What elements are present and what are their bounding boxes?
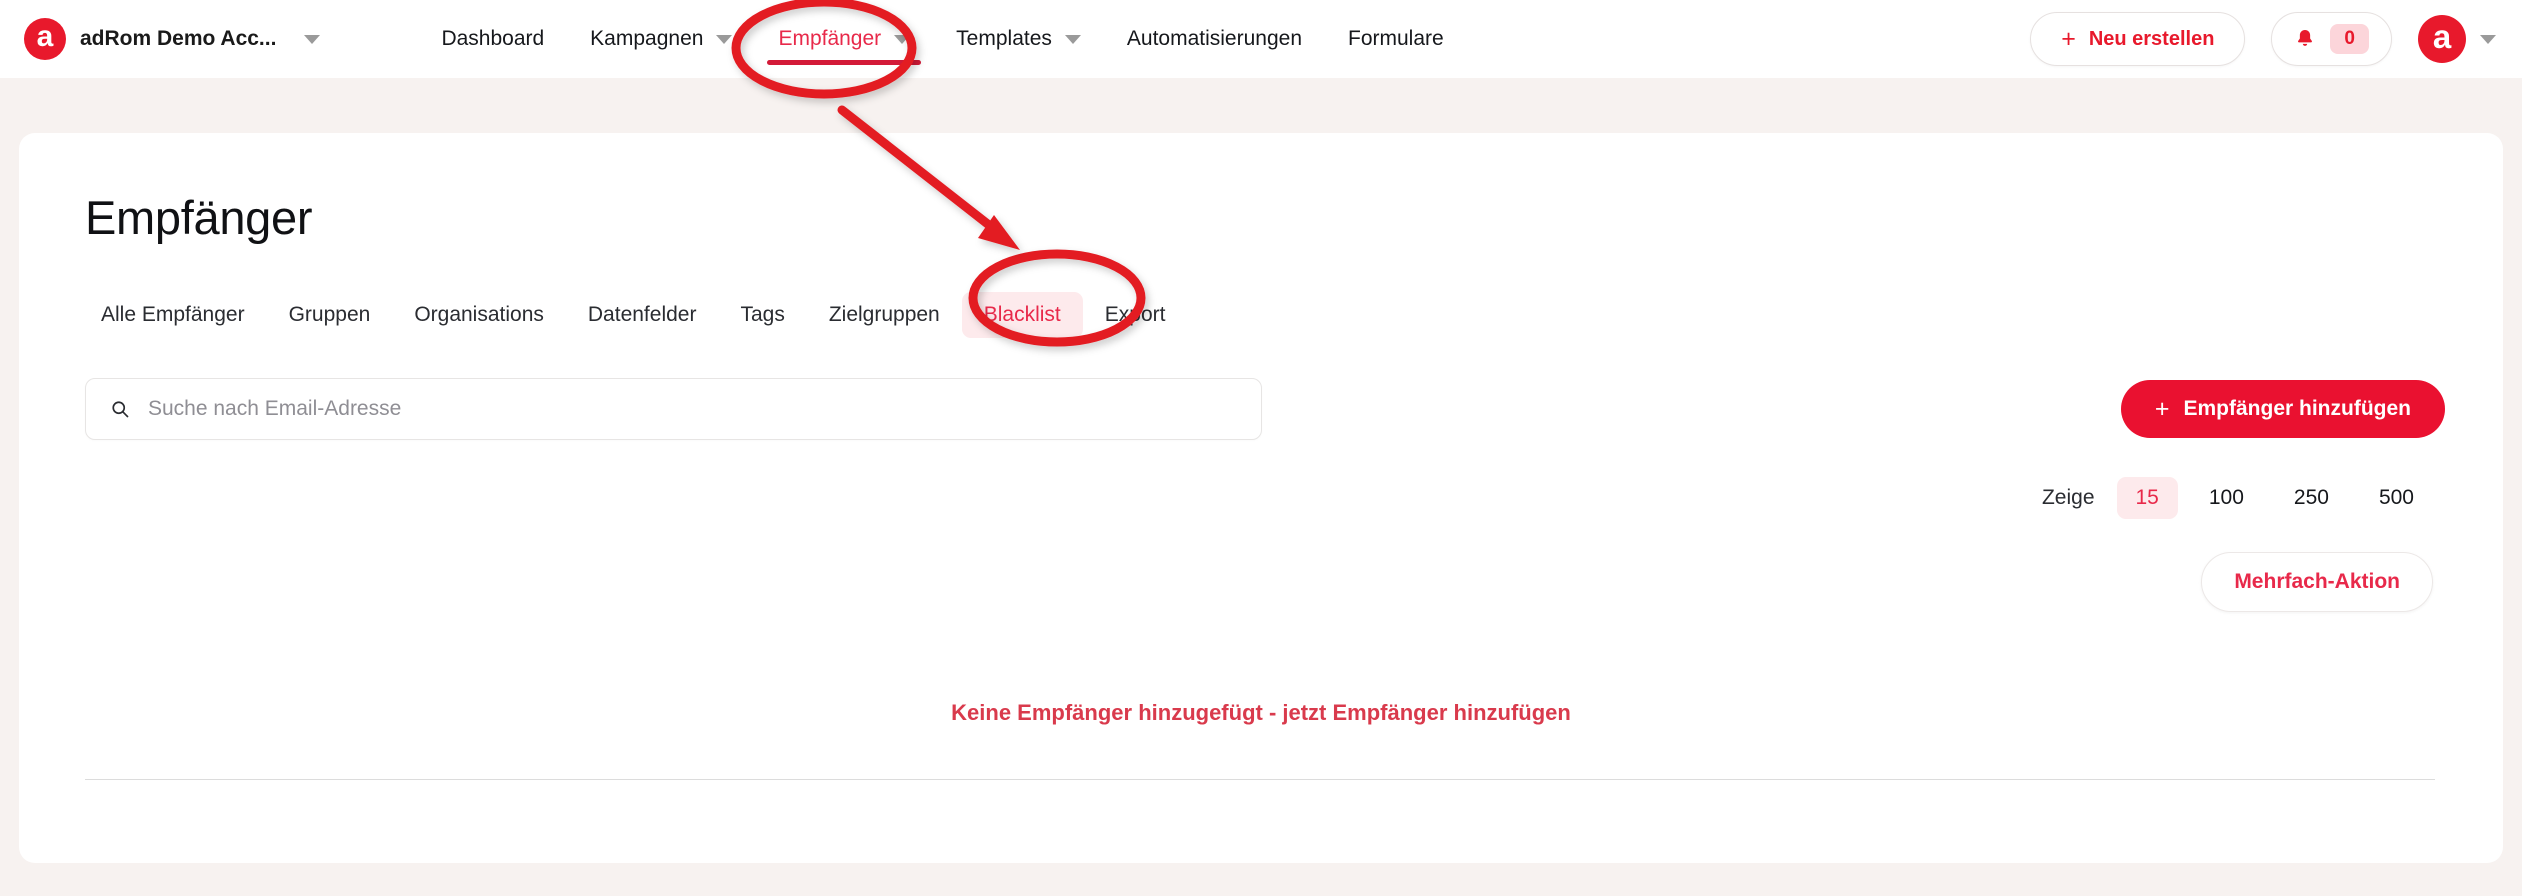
tab-alle-empfaenger[interactable]: Alle Empfänger: [79, 292, 267, 338]
tab-zielgruppen[interactable]: Zielgruppen: [807, 292, 962, 338]
page-size-option-500[interactable]: 500: [2360, 477, 2433, 519]
page-card: Empfänger Alle Empfänger Gruppen Organis…: [19, 133, 2503, 863]
tab-label: Blacklist: [983, 303, 1061, 326]
account-name: adRom Demo Acc...: [80, 27, 277, 50]
search-box[interactable]: [85, 378, 1262, 440]
page-tabs: Alle Empfänger Gruppen Organisations Dat…: [79, 292, 2503, 338]
notifications-button[interactable]: 0: [2271, 12, 2392, 66]
brand-account-switcher[interactable]: a adRom Demo Acc...: [24, 18, 321, 60]
nav-item-dashboard[interactable]: Dashboard: [418, 0, 567, 78]
chevron-down-icon[interactable]: [304, 34, 321, 44]
tab-datenfelder[interactable]: Datenfelder: [566, 292, 719, 338]
tab-export[interactable]: Export: [1083, 292, 1188, 338]
topbar-actions: + Neu erstellen 0 a: [2030, 12, 2496, 66]
nav-item-label: Formulare: [1348, 27, 1444, 50]
tab-label: Tags: [740, 303, 785, 326]
nav-item-label: Automatisierungen: [1126, 27, 1302, 50]
search-input[interactable]: [148, 397, 1243, 421]
tab-label: Gruppen: [288, 303, 371, 326]
nav-item-kampagnen[interactable]: Kampagnen: [567, 0, 755, 78]
page-title: Empfänger: [85, 191, 313, 244]
page-size-option-15[interactable]: 15: [2116, 477, 2178, 519]
chevron-down-icon: [716, 34, 733, 44]
tab-label: Datenfelder: [587, 303, 697, 326]
page-size-option-100[interactable]: 100: [2190, 477, 2263, 519]
tab-label: Zielgruppen: [828, 303, 940, 326]
tab-label: Organisations: [414, 303, 544, 326]
multi-action-button[interactable]: Mehrfach-Aktion: [2201, 552, 2433, 612]
empty-state-message[interactable]: Keine Empfänger hinzugefügt - jetzt Empf…: [19, 700, 2503, 726]
search-and-actions-row: + Empfänger hinzufügen: [85, 378, 2445, 440]
nav-item-label: Kampagnen: [590, 27, 704, 50]
tab-tags[interactable]: Tags: [718, 292, 806, 338]
user-menu[interactable]: a: [2418, 15, 2496, 63]
avatar: a: [2418, 15, 2466, 63]
nav-item-templates[interactable]: Templates: [933, 0, 1104, 78]
tab-blacklist[interactable]: Blacklist: [961, 292, 1083, 338]
chevron-down-icon: [894, 34, 911, 44]
main-nav: Dashboard Kampagnen Empfänger Templates …: [418, 0, 1466, 78]
nav-item-label: Empfänger: [778, 27, 882, 50]
nav-item-formulare[interactable]: Formulare: [1325, 0, 1467, 78]
create-new-button[interactable]: + Neu erstellen: [2030, 12, 2246, 66]
nav-item-empfaenger[interactable]: Empfänger: [755, 0, 933, 78]
bell-icon: [2298, 30, 2313, 46]
page-size-label: Zeige: [2041, 486, 2095, 509]
add-recipient-label: Empfänger hinzufügen: [2183, 397, 2412, 420]
page-size-selector: Zeige 15 100 250 500: [19, 477, 2433, 519]
create-new-label: Neu erstellen: [2088, 27, 2215, 50]
tab-organisations[interactable]: Organisations: [392, 292, 566, 338]
nav-item-label: Dashboard: [441, 27, 545, 50]
chevron-down-icon: [1064, 34, 1081, 44]
adrom-logo-icon: a: [24, 18, 66, 60]
top-navigation-bar: a adRom Demo Acc... Dashboard Kampagnen …: [0, 0, 2522, 78]
multi-action-row: Mehrfach-Aktion: [19, 552, 2433, 612]
plus-icon: +: [2154, 394, 2170, 423]
notification-count-badge: 0: [2330, 23, 2369, 55]
nav-item-automatisierungen[interactable]: Automatisierungen: [1104, 0, 1325, 78]
tab-label: Alle Empfänger: [101, 303, 245, 326]
add-recipient-button[interactable]: + Empfänger hinzufügen: [2120, 380, 2445, 438]
tab-gruppen[interactable]: Gruppen: [267, 292, 393, 338]
chevron-down-icon[interactable]: [2480, 34, 2496, 44]
page-size-option-250[interactable]: 250: [2275, 477, 2348, 519]
plus-icon: +: [2061, 24, 2076, 53]
search-icon: [112, 401, 129, 418]
nav-item-label: Templates: [956, 27, 1052, 50]
content-divider: [85, 779, 2435, 780]
tab-label: Export: [1104, 303, 1166, 326]
